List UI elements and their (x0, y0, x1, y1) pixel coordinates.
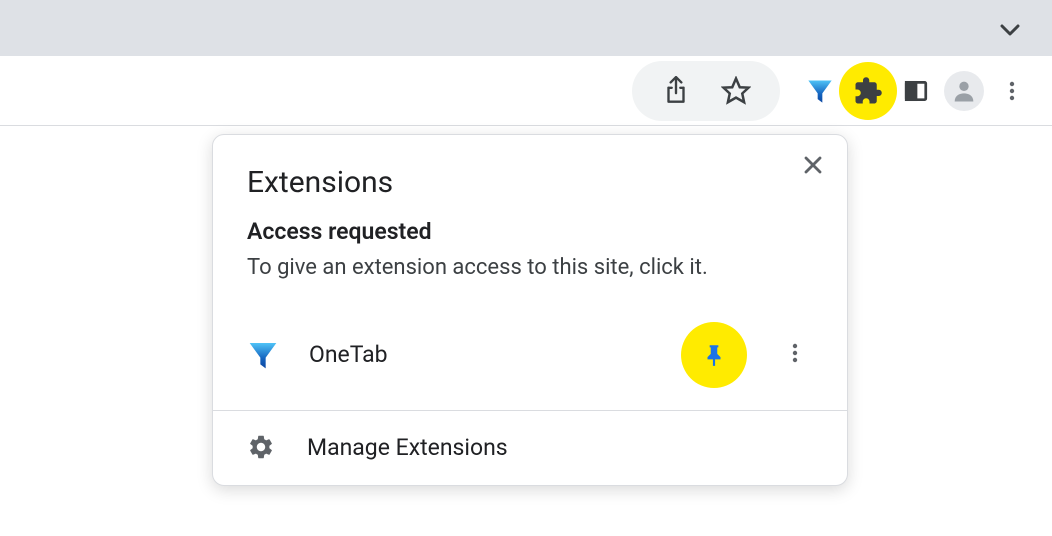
manage-extensions-label: Manage Extensions (307, 434, 508, 461)
access-requested-section: Access requested To give an extension ac… (213, 218, 847, 308)
omnibox-actions (632, 61, 780, 121)
extensions-popup: Extensions Access requested To give an e… (212, 134, 848, 486)
side-panel-icon[interactable] (896, 71, 936, 111)
profile-avatar[interactable] (944, 71, 984, 111)
manage-extensions-row[interactable]: Manage Extensions (213, 410, 847, 485)
extension-name: OneTab (309, 341, 651, 368)
extensions-puzzle-icon[interactable] (848, 71, 888, 111)
browser-menu-icon[interactable] (992, 71, 1032, 111)
extension-more-icon[interactable] (777, 341, 813, 369)
popup-title: Extensions (247, 165, 813, 200)
gear-icon (247, 433, 277, 463)
section-heading: Access requested (247, 218, 813, 245)
tab-strip (0, 0, 1052, 56)
bookmark-star-icon[interactable] (716, 71, 756, 111)
tab-dropdown-chevron[interactable] (998, 18, 1022, 46)
share-icon[interactable] (656, 71, 696, 111)
onetab-icon (247, 339, 279, 371)
onetab-extension-icon[interactable] (800, 71, 840, 111)
section-description: To give an extension access to this site… (247, 253, 813, 284)
browser-toolbar (0, 56, 1052, 126)
extension-row[interactable]: OneTab (213, 308, 847, 410)
pin-button[interactable] (681, 322, 747, 388)
popup-header: Extensions (213, 135, 847, 218)
close-button[interactable] (801, 153, 825, 181)
